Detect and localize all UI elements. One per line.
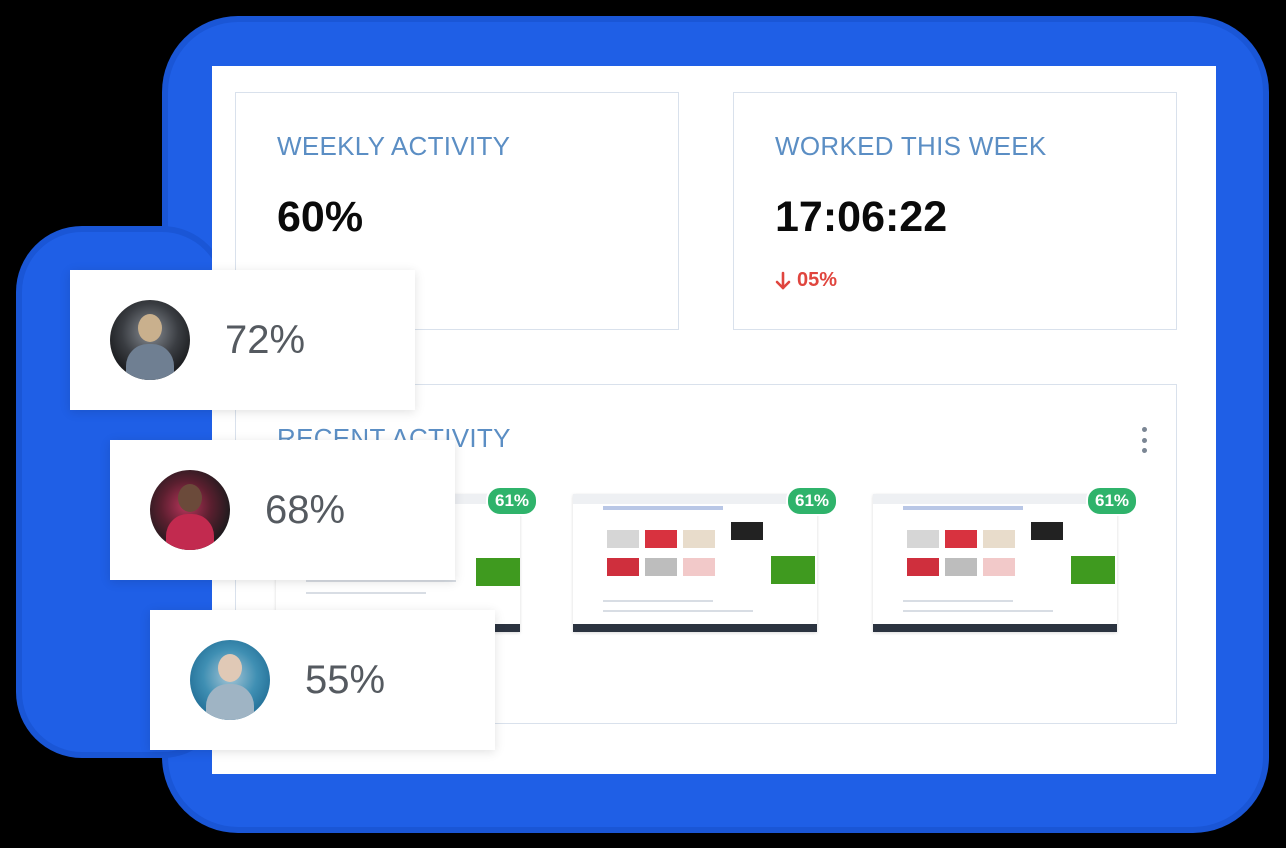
user-activity-percent: 72% <box>225 317 306 362</box>
worked-this-week-card: WORKED THIS WEEK 17:06:22 05% <box>733 92 1177 330</box>
user-activity-percent: 55% <box>305 657 386 702</box>
avatar <box>110 300 190 380</box>
avatar <box>150 470 230 550</box>
screenshot-badge-3: 61% <box>1086 486 1139 516</box>
worked-this-week-title: WORKED THIS WEEK <box>775 131 1047 161</box>
arrow-down-icon <box>775 271 791 289</box>
worked-change-indicator: 05% <box>775 269 837 292</box>
user-card-2[interactable]: 68% <box>110 440 455 580</box>
user-card-1[interactable]: 72% <box>70 270 415 410</box>
user-activity-percent: 68% <box>265 487 346 532</box>
activity-screenshot-3[interactable] <box>873 494 1117 632</box>
kebab-menu-icon[interactable] <box>1140 427 1148 453</box>
screenshot-badge-2: 61% <box>786 486 839 516</box>
weekly-activity-value: 60% <box>277 193 364 241</box>
avatar <box>190 640 270 720</box>
activity-screenshot-2[interactable] <box>573 494 817 632</box>
weekly-activity-title: WEEKLY ACTIVITY <box>277 131 511 161</box>
worked-change-value: 05% <box>797 269 838 291</box>
worked-this-week-value: 17:06:22 <box>775 193 948 241</box>
user-card-3[interactable]: 55% <box>150 610 495 750</box>
screenshot-badge-1: 61% <box>486 486 539 516</box>
